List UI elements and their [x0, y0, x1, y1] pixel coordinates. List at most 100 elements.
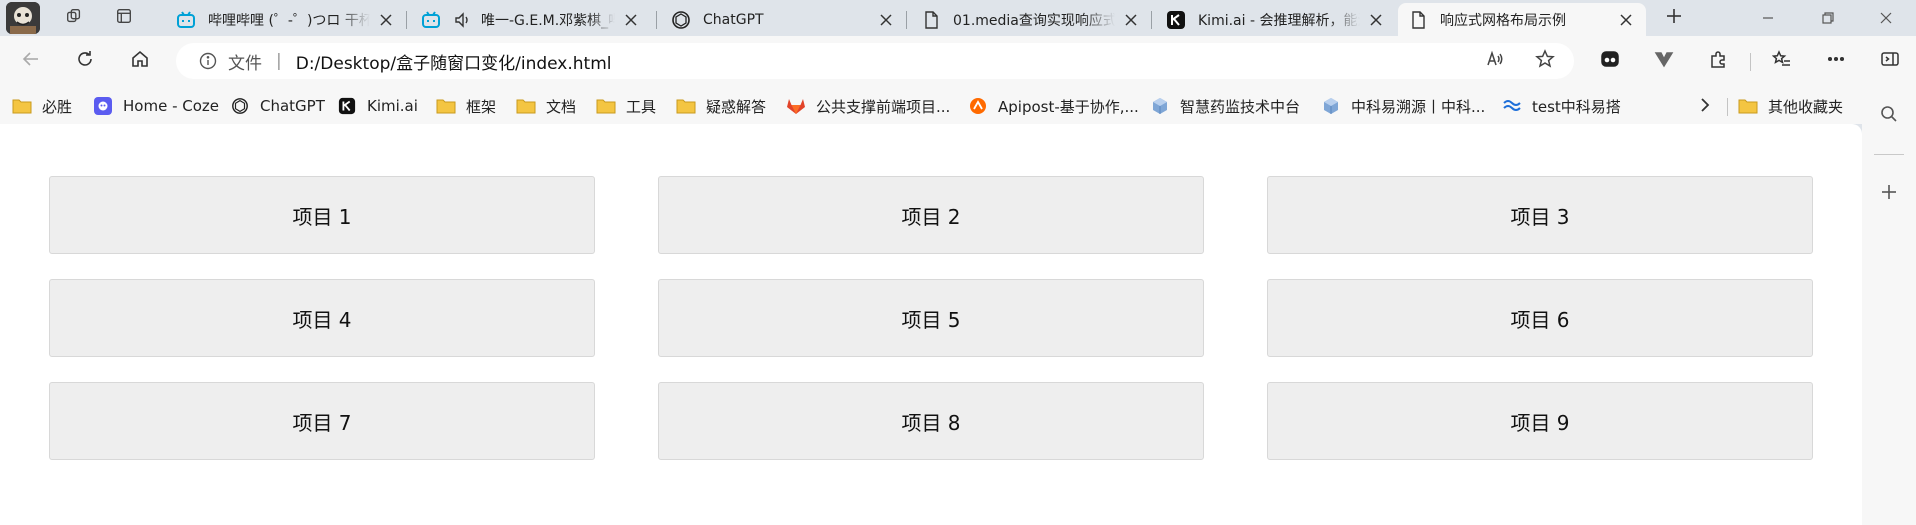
- sidebar-toggle-button[interactable]: [1872, 44, 1908, 78]
- page-viewport: 项目 1 项目 2 项目 3 项目 4 项目 5 项目 6 项目 7 项目 8 …: [0, 124, 1862, 525]
- gitlab-icon: [786, 97, 806, 115]
- more-menu-button[interactable]: [1818, 44, 1854, 78]
- apipost-icon: [968, 97, 988, 115]
- sidebar-divider: [1874, 154, 1904, 155]
- bookmark-link[interactable]: test中科易搭: [1502, 94, 1621, 118]
- close-window-button[interactable]: [1856, 0, 1916, 36]
- restore-button[interactable]: [1798, 0, 1858, 36]
- address-separator: |: [276, 51, 282, 71]
- bookmark-folder[interactable]: 工具: [596, 94, 656, 118]
- search-button[interactable]: [1872, 100, 1906, 132]
- tab-title: 哔哩哔哩 (゜-゜)つロ 干杯~-bilibili: [208, 12, 370, 29]
- tab-actions-button[interactable]: [108, 4, 140, 32]
- bookmark-link[interactable]: Apipost-基于协作,...: [968, 94, 1139, 118]
- grid-item: 项目 6: [1267, 279, 1813, 357]
- favorites-button[interactable]: [1764, 44, 1800, 78]
- bookmark-label: 智慧药监技术中台: [1180, 97, 1301, 116]
- tab-separator: [1151, 11, 1152, 29]
- tab-title: Kimi.ai - 会推理解析，能深度思考: [1198, 12, 1360, 29]
- vpn-extension-button[interactable]: [1646, 44, 1682, 78]
- tab-actions-icon: [115, 7, 133, 29]
- tab-title: 唯一-G.E.M.邓紫棋_哔哩哔哩: [481, 12, 615, 29]
- close-icon[interactable]: [376, 10, 396, 30]
- grid-item: 项目 3: [1267, 176, 1813, 254]
- workspaces-icon: [65, 7, 83, 29]
- extension-badge-icon: [1600, 49, 1620, 73]
- puzzle-icon: [1708, 49, 1728, 73]
- grid-item: 项目 9: [1267, 382, 1813, 460]
- cube-icon: [1321, 97, 1341, 115]
- minimize-icon: [1762, 9, 1774, 28]
- bookmark-folder[interactable]: 必胜: [12, 94, 72, 118]
- close-icon[interactable]: [876, 10, 896, 30]
- read-aloud-icon: [1485, 49, 1505, 73]
- tab-strip: 哔哩哔哩 (゜-゜)つロ 干杯~-bilibili 唯一-G.E.M.邓紫棋_哔…: [0, 0, 1916, 36]
- ellipsis-icon: [1826, 49, 1846, 73]
- tab-media-query[interactable]: 01.media查询实现响应式布局: [911, 3, 1151, 36]
- bookmark-label: Kimi.ai: [367, 97, 418, 115]
- tab-responsive-grid[interactable]: 响应式网格布局示例: [1398, 3, 1646, 36]
- tab-bilibili-home[interactable]: 哔哩哔哩 (゜-゜)つロ 干杯~-bilibili: [166, 3, 406, 36]
- tab-kimi[interactable]: Kimi.ai - 会推理解析，能深度思考: [1156, 3, 1396, 36]
- profile-avatar[interactable]: [6, 2, 40, 34]
- speaker-icon[interactable]: [453, 10, 473, 30]
- bookmark-link[interactable]: Kimi.ai: [337, 94, 418, 118]
- sidebar-toggle-icon: [1880, 49, 1900, 73]
- close-icon: [1880, 9, 1892, 28]
- tab-chatgpt[interactable]: ChatGPT: [661, 3, 906, 36]
- extensions-button[interactable]: [1700, 44, 1736, 78]
- bookmarks-bar: 必胜 Home - Coze ChatGPT Kimi.ai 框架 文档 工具 …: [0, 86, 1916, 124]
- bookmark-label: 必胜: [42, 97, 73, 116]
- bookmark-label: 中科易溯源丨中科...: [1351, 97, 1486, 116]
- cube-icon: [1150, 97, 1170, 115]
- bilibili-icon: [176, 10, 196, 30]
- bilibili-icon: [421, 10, 441, 30]
- bookmark-link[interactable]: ChatGPT: [230, 94, 325, 118]
- chevron-right-icon: [1698, 97, 1712, 116]
- bookmark-label: 文档: [546, 97, 577, 116]
- bookmark-link[interactable]: Home - Coze: [93, 94, 219, 118]
- home-button[interactable]: [123, 45, 157, 77]
- star-icon: [1535, 49, 1555, 73]
- address-toolbar: 文件 | D:/Desktop/盒子随窗口变化/index.html: [0, 36, 1916, 86]
- new-tab-button[interactable]: [1658, 4, 1690, 32]
- toolbar-divider: [1750, 53, 1751, 71]
- favorites-list-icon: [1771, 49, 1792, 73]
- bookmark-link[interactable]: 公共支撑前端项目...: [786, 94, 950, 118]
- workspaces-button[interactable]: [58, 4, 90, 32]
- bookmark-folder[interactable]: 框架: [436, 94, 496, 118]
- arrow-left-icon: [21, 49, 41, 73]
- more-bookmarks-button[interactable]: [1692, 94, 1718, 118]
- bookmark-link[interactable]: 中科易溯源丨中科...: [1321, 94, 1485, 118]
- favorite-button[interactable]: [1528, 44, 1562, 78]
- close-icon[interactable]: [1366, 10, 1386, 30]
- restore-icon: [1822, 9, 1834, 28]
- read-aloud-button[interactable]: [1478, 44, 1512, 78]
- home-icon: [130, 49, 150, 73]
- info-icon[interactable]: [198, 51, 218, 71]
- extension-button[interactable]: [1592, 44, 1628, 78]
- add-sidebar-app-button[interactable]: [1872, 178, 1906, 210]
- address-bar[interactable]: 文件 | D:/Desktop/盒子随窗口变化/index.html: [176, 43, 1574, 79]
- tab-title: 响应式网格布局示例: [1440, 12, 1566, 29]
- bookmark-label: 公共支撑前端项目...: [816, 97, 951, 116]
- minimize-button[interactable]: [1738, 0, 1798, 36]
- tab-bilibili-video[interactable]: 唯一-G.E.M.邓紫棋_哔哩哔哩: [411, 3, 651, 36]
- bookmark-link[interactable]: 智慧药监技术中台: [1150, 94, 1300, 118]
- tab-separator: [906, 11, 907, 29]
- bookmark-label: 其他收藏夹: [1768, 97, 1844, 116]
- back-button[interactable]: [14, 45, 48, 77]
- close-icon[interactable]: [1616, 10, 1636, 30]
- refresh-icon: [75, 49, 95, 73]
- kimi-icon: [1166, 10, 1186, 30]
- bookmark-folder[interactable]: 疑惑解答: [676, 94, 766, 118]
- search-icon: [1879, 104, 1899, 128]
- refresh-button[interactable]: [68, 45, 102, 77]
- grid-item: 项目 2: [658, 176, 1204, 254]
- bookmark-folder[interactable]: 文档: [516, 94, 576, 118]
- other-bookmarks-folder[interactable]: 其他收藏夹: [1738, 94, 1843, 118]
- bookmark-label: ChatGPT: [260, 97, 325, 115]
- close-icon[interactable]: [1121, 10, 1141, 30]
- close-icon[interactable]: [621, 10, 641, 30]
- url-text[interactable]: D:/Desktop/盒子随窗口变化/index.html: [296, 49, 612, 74]
